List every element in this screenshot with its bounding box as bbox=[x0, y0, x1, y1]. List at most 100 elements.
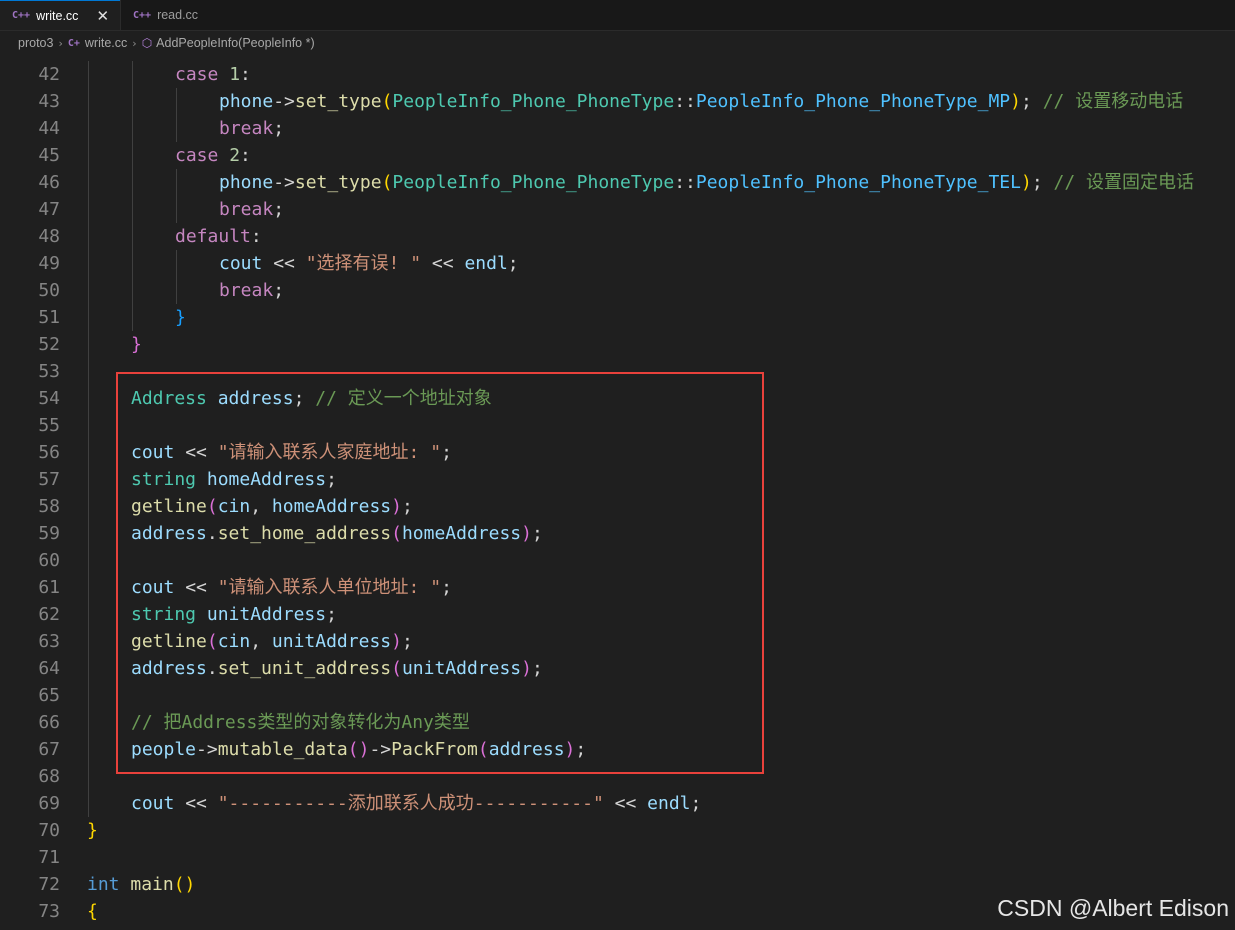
code-line[interactable]: 61 cout << "请输入联系人单位地址: "; bbox=[0, 574, 1235, 601]
breadcrumb-file[interactable]: write.cc bbox=[85, 36, 127, 50]
line-number: 44 bbox=[38, 118, 60, 139]
code-token: homeAddress bbox=[271, 496, 392, 517]
code-line[interactable]: 43 phone->set_type(PeopleInfo_Phone_Phone… bbox=[0, 88, 1235, 115]
line-number: 49 bbox=[38, 253, 60, 274]
code-line[interactable]: 67 people->mutable_data()->PackFrom(addre… bbox=[0, 736, 1235, 763]
code-line[interactable]: 64 address.set_unit_address(unitAddress); bbox=[0, 655, 1235, 682]
line-number: 67 bbox=[38, 739, 60, 760]
indent-guide bbox=[88, 169, 89, 196]
code-token: cin bbox=[217, 496, 251, 517]
indent-guide bbox=[132, 115, 133, 142]
code-line[interactable]: 63 getline(cin, unitAddress); bbox=[0, 628, 1235, 655]
code-text: getline(cin, unitAddress); bbox=[131, 628, 413, 655]
indent-guide bbox=[132, 88, 133, 115]
code-token: getline bbox=[131, 631, 207, 652]
code-text: } bbox=[131, 331, 142, 358]
code-editor[interactable]: 42 case 1: 43 phone->set_type(PeopleInfo_Ph… bbox=[0, 61, 1235, 930]
code-token: -> bbox=[369, 739, 392, 760]
code-token: cout bbox=[131, 793, 175, 814]
code-line[interactable]: 55 bbox=[0, 412, 1235, 439]
code-line[interactable]: 65 bbox=[0, 682, 1235, 709]
code-line[interactable]: 54 Address address; // 定义一个地址对象 bbox=[0, 385, 1235, 412]
code-text: break; bbox=[219, 196, 284, 223]
line-number: 73 bbox=[38, 901, 60, 922]
code-line[interactable]: 44 break; bbox=[0, 115, 1235, 142]
code-line[interactable]: 56 cout << "请输入联系人家庭地址: "; bbox=[0, 439, 1235, 466]
breadcrumb-symbol[interactable]: AddPeopleInfo(PeopleInfo *) bbox=[156, 36, 314, 50]
code-token: :: bbox=[674, 172, 696, 193]
code-token: () bbox=[347, 739, 370, 760]
code-token: mutable_data bbox=[217, 739, 348, 760]
indent-guide bbox=[88, 88, 89, 115]
code-line[interactable]: 53 bbox=[0, 358, 1235, 385]
code-line[interactable]: 59 address.set_home_address(homeAddress); bbox=[0, 520, 1235, 547]
indent-guide bbox=[132, 169, 133, 196]
indent-guide bbox=[88, 601, 89, 628]
code-line[interactable]: 42 case 1: bbox=[0, 61, 1235, 88]
breadcrumb-folder[interactable]: proto3 bbox=[18, 36, 53, 50]
indent-guide bbox=[88, 331, 89, 358]
code-token: string bbox=[131, 604, 197, 625]
tab-label: write.cc bbox=[36, 8, 79, 23]
code-token: } bbox=[131, 334, 142, 355]
code-line[interactable]: 71 bbox=[0, 844, 1235, 871]
code-line[interactable]: 66 // 把Address类型的对象转化为Any类型 bbox=[0, 709, 1235, 736]
code-text: break; bbox=[219, 115, 284, 142]
code-line[interactable]: 69 cout << "-----------添加联系人成功-----------… bbox=[0, 790, 1235, 817]
code-token: "请输入联系人家庭地址: " bbox=[217, 442, 442, 463]
code-line[interactable]: 46 phone->set_type(PeopleInfo_Phone_Phone… bbox=[0, 169, 1235, 196]
tab-read-cc[interactable]: C++ read.cc bbox=[120, 0, 240, 30]
code-token: ; bbox=[441, 442, 452, 463]
code-token: homeAddress bbox=[206, 469, 327, 490]
code-line[interactable]: 68 bbox=[0, 763, 1235, 790]
code-line[interactable]: 70} bbox=[0, 817, 1235, 844]
code-token: . bbox=[206, 658, 218, 679]
indent-guide bbox=[132, 250, 133, 277]
code-line[interactable]: 57 string homeAddress; bbox=[0, 466, 1235, 493]
code-token: ( bbox=[391, 658, 402, 679]
tab-write-cc[interactable]: C++ write.cc ✕ bbox=[0, 0, 120, 30]
code-line[interactable]: 72 int main() bbox=[0, 871, 1235, 898]
code-line[interactable]: 51} bbox=[0, 304, 1235, 331]
code-token: unitAddress bbox=[206, 604, 327, 625]
code-token: PeopleInfo_Phone_PhoneType bbox=[392, 172, 675, 193]
code-text: phone->set_type(PeopleInfo_Phone_PhoneTy… bbox=[219, 169, 1194, 196]
code-line[interactable]: 48 default: bbox=[0, 223, 1235, 250]
code-text: address.set_home_address(homeAddress); bbox=[131, 520, 543, 547]
line-number: 54 bbox=[38, 388, 60, 409]
line-number: 63 bbox=[38, 631, 60, 652]
code-line[interactable]: 62 string unitAddress; bbox=[0, 601, 1235, 628]
code-line[interactable]: 58 getline(cin, homeAddress); bbox=[0, 493, 1235, 520]
code-text: default: bbox=[175, 223, 262, 250]
code-token: << bbox=[174, 442, 218, 463]
code-token: : bbox=[250, 226, 262, 247]
code-text: case 2: bbox=[175, 142, 251, 169]
code-token: endl bbox=[647, 793, 691, 814]
code-line[interactable]: 60 bbox=[0, 547, 1235, 574]
code-token: ; bbox=[507, 253, 519, 274]
code-token: ; bbox=[1021, 91, 1032, 112]
code-token: -> bbox=[273, 91, 295, 112]
code-text: cout << "-----------添加联系人成功-----------" … bbox=[131, 790, 701, 817]
indent-guide bbox=[88, 682, 89, 709]
code-line[interactable]: 47 break; bbox=[0, 196, 1235, 223]
cpp-file-icon: C+ bbox=[67, 37, 80, 49]
line-number: 47 bbox=[38, 199, 60, 220]
line-number: 52 bbox=[38, 334, 60, 355]
code-token: "请输入联系人单位地址: " bbox=[217, 577, 442, 598]
code-token: :: bbox=[674, 91, 696, 112]
code-token: ; bbox=[273, 118, 285, 139]
code-token: homeAddress bbox=[401, 523, 522, 544]
code-line[interactable]: 49 cout << "选择有误! " << endl; bbox=[0, 250, 1235, 277]
code-token: ; bbox=[401, 631, 413, 652]
code-line[interactable]: 52} bbox=[0, 331, 1235, 358]
indent-guide bbox=[132, 304, 133, 331]
close-icon[interactable]: ✕ bbox=[96, 7, 109, 25]
code-line[interactable]: 50 break; bbox=[0, 277, 1235, 304]
code-token: ; bbox=[1031, 172, 1043, 193]
code-line[interactable]: 45 case 2: bbox=[0, 142, 1235, 169]
